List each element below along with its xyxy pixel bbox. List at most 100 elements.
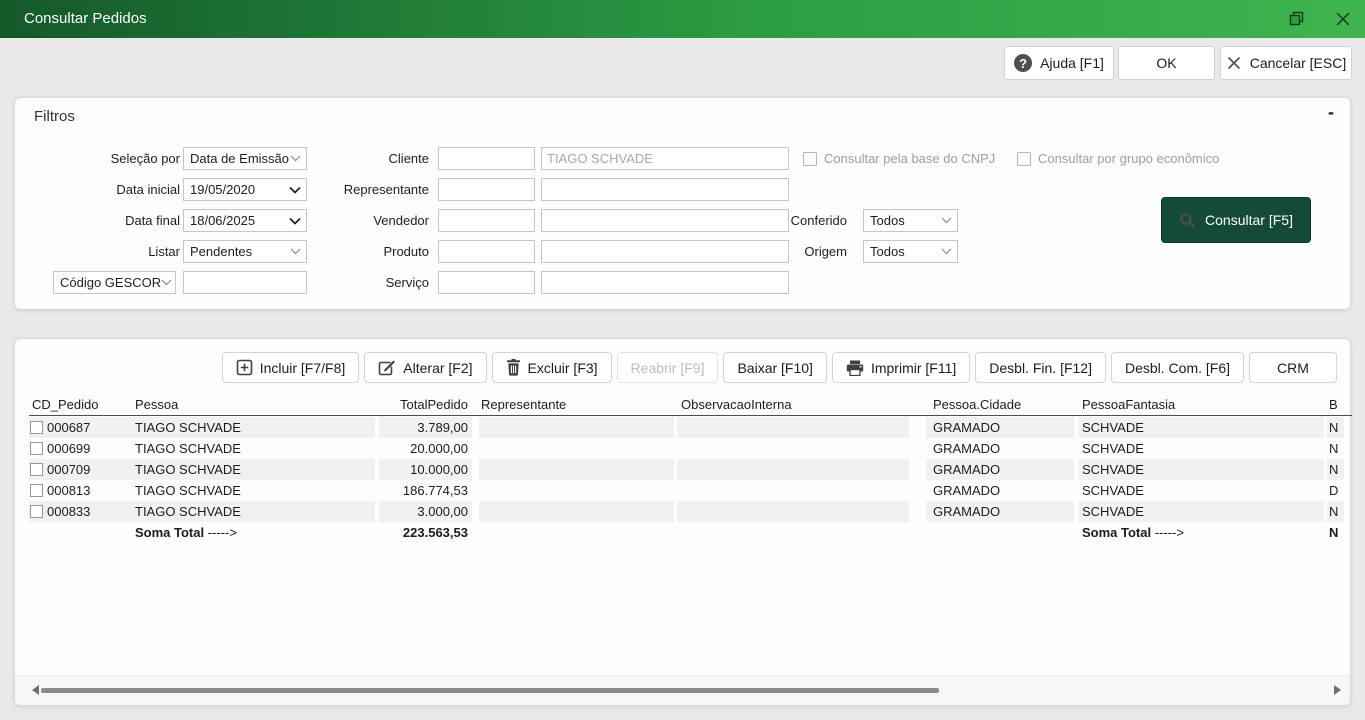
desbl-fin-button[interactable]: Desbl. Fin. [F12] [975,352,1106,383]
table-row[interactable]: 000833 TIAGO SCHVADE 3.000,00 GRAMADO SC… [15,501,1352,522]
cell-observacao-interna [677,480,909,501]
scroll-right-arrow-icon[interactable] [1334,685,1341,695]
cell-total-pedido: 3.000,00 [379,501,472,522]
cancelar-button-label: Cancelar [ESC] [1250,55,1346,71]
row-checkbox[interactable] [30,484,43,497]
imprimir-button[interactable]: Imprimir [F11] [832,352,970,383]
cell-pessoa: TIAGO SCHVADE [134,459,375,480]
conferido-select[interactable]: Todos [863,209,958,232]
chevron-down-icon [941,248,952,255]
representante-name-input[interactable] [541,178,789,201]
scrollbar-thumb[interactable] [41,688,939,693]
summary-total: 223.563,53 [379,522,472,543]
table-header: CD_Pedido Pessoa TotalPedido Representan… [15,395,1352,416]
cell-total-pedido: 20.000,00 [379,438,472,459]
column-header-pessoa-fantasia[interactable]: PessoaFantasia [1079,395,1324,416]
cell-pessoa: TIAGO SCHVADE [134,417,375,438]
cell-total-pedido: 10.000,00 [379,459,472,480]
cell-representante [479,438,674,459]
cell-cd-pedido: 000709 [47,459,90,480]
ok-button[interactable]: OK [1118,46,1215,80]
excluir-button[interactable]: Excluir [F3] [492,352,612,383]
cliente-name-input[interactable] [541,147,789,170]
close-icon[interactable] [1334,10,1352,28]
toolbar: Incluir [F7/F8] Alterar [F2] Excluir [F3… [222,352,1337,383]
ajuda-button[interactable]: ? Ajuda [F1] [1004,46,1114,80]
cell-b: N [1327,438,1344,459]
baixar-button[interactable]: Baixar [F10] [723,352,826,383]
cell-observacao-interna [677,417,909,438]
cancelar-button[interactable]: Cancelar [ESC] [1220,46,1352,80]
consultar-pedidos-window: Consultar Pedidos ? Ajuda [F1] OK Cancel… [0,0,1365,720]
table-row[interactable]: 000699 TIAGO SCHVADE 20.000,00 GRAMADO S… [15,438,1352,459]
results-panel: Incluir [F7/F8] Alterar [F2] Excluir [F3… [14,338,1351,706]
incluir-button[interactable]: Incluir [F7/F8] [222,352,360,383]
servico-code-input[interactable] [438,271,535,294]
titlebar: Consultar Pedidos [0,0,1365,38]
cell-pessoa-cidade: GRAMADO [926,438,1074,459]
column-header-cd-pedido[interactable]: CD_Pedido [32,395,134,416]
column-header-pessoa-cidade[interactable]: Pessoa.Cidade [926,395,1074,416]
cell-representante [479,480,674,501]
cell-cd-pedido: 000813 [47,480,90,501]
horizontal-scrollbar [15,675,1350,705]
table-row[interactable]: 000687 TIAGO SCHVADE 3.789,00 GRAMADO SC… [15,417,1352,438]
cell-observacao-interna [677,459,909,480]
cell-cd-pedido: 000687 [47,417,90,438]
cell-representante [479,501,674,522]
column-header-pessoa[interactable]: Pessoa [134,395,375,416]
cell-representante [479,459,674,480]
selecao-por-label: Seleção por [30,147,180,170]
help-circle-icon: ? [1014,54,1032,72]
produto-code-input[interactable] [438,240,535,263]
column-header-b[interactable]: B [1327,395,1347,416]
codigo-gescor-select[interactable]: Código GESCOR [53,271,176,294]
row-checkbox[interactable] [30,463,43,476]
cell-pessoa-cidade: GRAMADO [926,480,1074,501]
desbl-com-button[interactable]: Desbl. Com. [F6] [1111,352,1244,383]
consultar-button[interactable]: Consultar [F5] [1161,197,1311,243]
row-checkbox[interactable] [30,442,43,455]
collapse-panel-button[interactable]: - [1321,102,1341,123]
reabrir-button[interactable]: Reabrir [F9] [617,352,719,383]
restore-icon[interactable] [1288,10,1306,28]
filters-title: Filtros [34,108,75,125]
window-title: Consultar Pedidos [24,0,147,38]
grupo-economico-checkbox[interactable]: Consultar por grupo econômico [1017,147,1219,170]
alterar-button[interactable]: Alterar [F2] [364,352,486,383]
edit-square-icon [378,359,396,376]
vendedor-label: Vendedor [265,209,429,232]
vendedor-code-input[interactable] [438,209,535,232]
cell-pessoa-cidade: GRAMADO [926,459,1074,480]
header-divider [29,415,1352,416]
consultar-cnpj-checkbox[interactable]: Consultar pela base do CNPJ [803,147,995,170]
column-header-total-pedido[interactable]: TotalPedido [379,395,472,416]
cliente-code-input[interactable] [438,147,535,170]
plus-square-icon [236,359,253,376]
row-checkbox[interactable] [30,421,43,434]
table-row[interactable]: 000709 TIAGO SCHVADE 10.000,00 GRAMADO S… [15,459,1352,480]
servico-label: Serviço [265,271,429,294]
origem-select[interactable]: Todos [863,240,958,263]
summary-b: N [1327,522,1344,543]
cell-pessoa-fantasia: SCHVADE [1079,459,1324,480]
column-header-observacao-interna[interactable]: ObservacaoInterna [677,395,909,416]
table-rows: 000687 TIAGO SCHVADE 3.789,00 GRAMADO SC… [15,417,1352,522]
crm-button[interactable]: CRM [1249,352,1337,383]
scroll-left-arrow-icon[interactable] [32,685,39,695]
column-header-representante[interactable]: Representante [479,395,674,416]
origem-label: Origem [745,240,847,263]
cell-pessoa: TIAGO SCHVADE [134,438,375,459]
cell-observacao-interna [677,438,909,459]
trash-icon [506,359,521,376]
representante-code-input[interactable] [438,178,535,201]
row-checkbox[interactable] [30,505,43,518]
consultar-button-label: Consultar [F5] [1205,212,1293,228]
cell-b: N [1327,501,1344,522]
cell-total-pedido: 186.774,53 [379,480,472,501]
cell-cd-pedido: 000699 [47,438,90,459]
checkbox-icon [1017,152,1031,166]
servico-name-input[interactable] [541,271,789,294]
cell-pessoa-fantasia: SCHVADE [1079,438,1324,459]
table-row[interactable]: 000813 TIAGO SCHVADE 186.774,53 GRAMADO … [15,480,1352,501]
